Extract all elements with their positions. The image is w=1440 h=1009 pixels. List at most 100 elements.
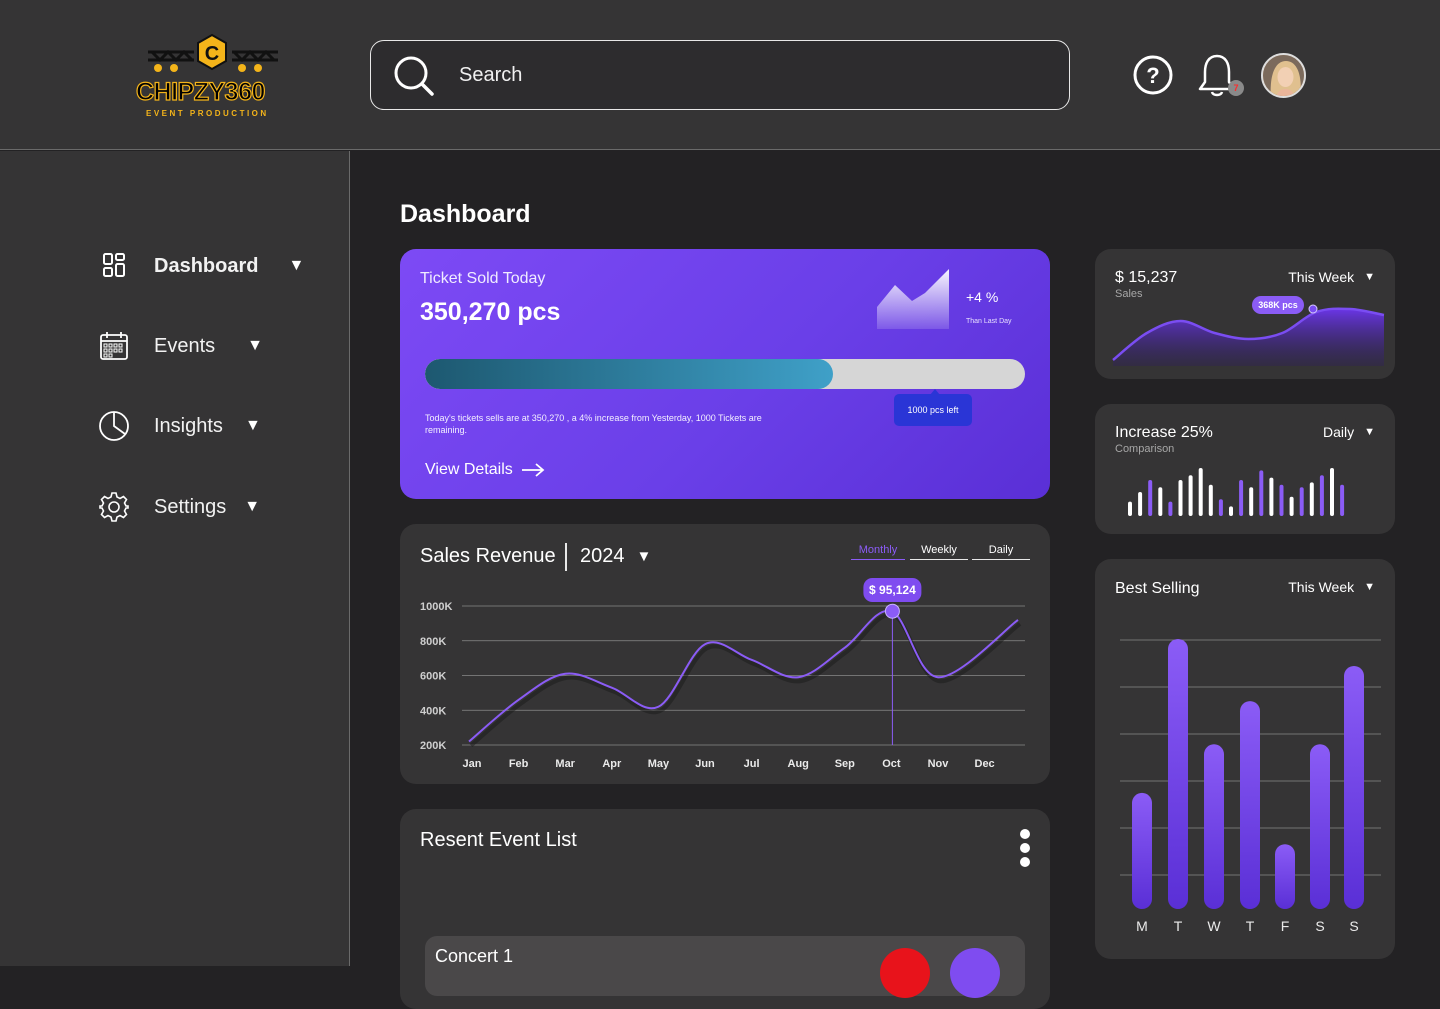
best-selling-bar: [1240, 701, 1260, 909]
brand-name: CHIPZY360: [135, 77, 266, 106]
x-tick-label: Jan: [463, 758, 482, 770]
sidebar-item-events[interactable]: Events ▼: [96, 326, 263, 366]
sidebar-item-label: Events: [154, 334, 216, 357]
series-line: [468, 609, 1019, 743]
view-details-label: View Details: [425, 461, 513, 478]
arrow-right-icon: [521, 463, 545, 477]
sidebar-item-label: Dashboard: [154, 254, 259, 277]
brand-tagline: EVENT PRODUCTION: [146, 109, 269, 118]
calendar-icon[interactable]: [950, 948, 1000, 998]
weekly-sales-card: $ 15,237 Sales This Week ▼ 368K pcs: [1095, 249, 1395, 379]
gear-icon: [96, 489, 132, 525]
comparison-bar: [1178, 480, 1183, 516]
day-label: W: [1207, 918, 1221, 934]
best-selling-bar: [1275, 844, 1295, 909]
brand-logo[interactable]: C CHIPZY360 EVENT PRODUCTION: [130, 30, 295, 125]
change-caption: Than Last Day: [966, 318, 1012, 325]
view-details-link[interactable]: View Details: [425, 461, 545, 479]
best-selling-bar: [1344, 666, 1364, 909]
x-tick-label: Apr: [602, 758, 622, 770]
svg-text:?: ?: [1146, 63, 1159, 88]
sidebar-item-settings[interactable]: Settings ▼: [96, 487, 260, 527]
chevron-down-icon[interactable]: ▼: [247, 337, 263, 355]
comparison-bar: [1229, 506, 1233, 516]
comparison-bar: [1330, 468, 1334, 516]
search-icon[interactable]: [393, 55, 435, 97]
sales-wave-chart: [1112, 304, 1385, 366]
wave-area: [1113, 308, 1384, 366]
chevron-down-icon[interactable]: ▼: [244, 498, 260, 516]
dashboard-icon: [96, 248, 132, 284]
best-selling-bar: [1310, 744, 1330, 909]
sidebar-item-insights[interactable]: Insights ▼: [96, 406, 261, 446]
comparison-bar: [1279, 484, 1284, 516]
comparison-bar: [1249, 487, 1254, 516]
day-label: F: [1281, 918, 1290, 934]
comparison-bar: [1128, 501, 1132, 516]
x-tick-label: Aug: [788, 758, 809, 770]
comparison-bar: [1148, 480, 1153, 516]
search-bar[interactable]: [370, 40, 1070, 110]
sidebar: Dashboard ▼ Events ▼ Insights ▼ Settings…: [0, 151, 350, 966]
comparison-bar: [1168, 501, 1173, 516]
comparison-bar: [1239, 480, 1244, 516]
day-label: S: [1349, 918, 1358, 934]
x-tick-label: Dec: [975, 758, 995, 770]
day-label: M: [1136, 918, 1148, 934]
sidebar-item-dashboard[interactable]: Dashboard ▼: [96, 246, 304, 286]
comparison-bar: [1319, 475, 1324, 516]
y-tick-label: 1000K: [420, 601, 452, 613]
x-tick-label: May: [648, 758, 670, 770]
ticket-title: Ticket Sold Today: [420, 270, 546, 287]
chevron-down-icon[interactable]: ▼: [245, 417, 261, 435]
wave-point: [1308, 304, 1318, 314]
comparison-bar: [1259, 470, 1264, 516]
search-input[interactable]: [459, 59, 1039, 91]
page-title: Dashboard: [400, 200, 531, 228]
user-portrait-icon: [1263, 55, 1304, 96]
more-options-icon[interactable]: [1018, 829, 1032, 871]
comparison-bar: [1299, 487, 1304, 516]
best-selling-card: Best Selling This Week ▼ MTWTFSS: [1095, 559, 1395, 959]
comparison-bar: [1218, 499, 1223, 516]
best-selling-bar: [1132, 792, 1152, 909]
x-tick-label: Jul: [744, 758, 760, 770]
comparison-bar: [1208, 484, 1213, 516]
day-label: S: [1315, 918, 1324, 934]
best-selling-bar-chart: MTWTFSS: [1120, 639, 1381, 934]
x-tick-label: Jun: [695, 758, 715, 770]
ticket-icon[interactable]: [880, 948, 930, 998]
sales-revenue-card: Sales Revenue 2024 ▼ Monthly Weekly Dail…: [400, 524, 1050, 784]
ticket-description: Today's tickets sells are at 350,270 , a…: [425, 413, 762, 435]
y-tick-label: 600K: [420, 671, 446, 683]
day-label: T: [1174, 918, 1183, 934]
notification-badge: 7: [1228, 80, 1244, 96]
ticket-sold-card: Ticket Sold Today 350,270 pcs +4 % Than …: [400, 249, 1050, 499]
sales-pill: 368K pcs: [1252, 296, 1304, 314]
list-item[interactable]: Concert 1: [425, 936, 1025, 998]
event-name: Concert 1: [435, 946, 514, 966]
sidebar-item-label: Insights: [154, 414, 223, 437]
sales-line-chart: 1000K 800K 600K 400K 200K Jan Feb Mar Apr May Jun J…: [420, 578, 1025, 770]
change-percent: +4 %: [966, 289, 999, 305]
y-tick-label: 800K: [420, 636, 446, 648]
ticket-value: 350,270 pcs: [420, 298, 561, 326]
comparison-bar: [1198, 468, 1203, 516]
top-bar: C CHIPZY360 EVENT PRODUCTION ? 7: [0, 0, 1440, 150]
help-icon[interactable]: ?: [1133, 55, 1173, 95]
highlight-value: $ 95,124: [869, 583, 916, 597]
x-tick-label: Sep: [835, 758, 855, 770]
x-tick-label: Feb: [509, 758, 529, 770]
remaining-tooltip: 1000 pcs left: [894, 389, 972, 426]
calendar-icon: [96, 328, 132, 364]
chevron-down-icon[interactable]: ▼: [288, 257, 304, 275]
x-tick-label: Nov: [928, 758, 950, 770]
comparison-bar: [1289, 496, 1294, 516]
y-tick-label: 200K: [420, 740, 446, 752]
ticket-progress-bar: [425, 359, 1025, 389]
comparison-bar-chart: [1128, 468, 1345, 516]
x-tick-label: Oct: [882, 758, 901, 770]
comparison-bar: [1340, 484, 1345, 516]
avatar[interactable]: [1261, 53, 1306, 98]
recent-event-list-card: Resent Event List Concert 1: [400, 809, 1050, 1009]
